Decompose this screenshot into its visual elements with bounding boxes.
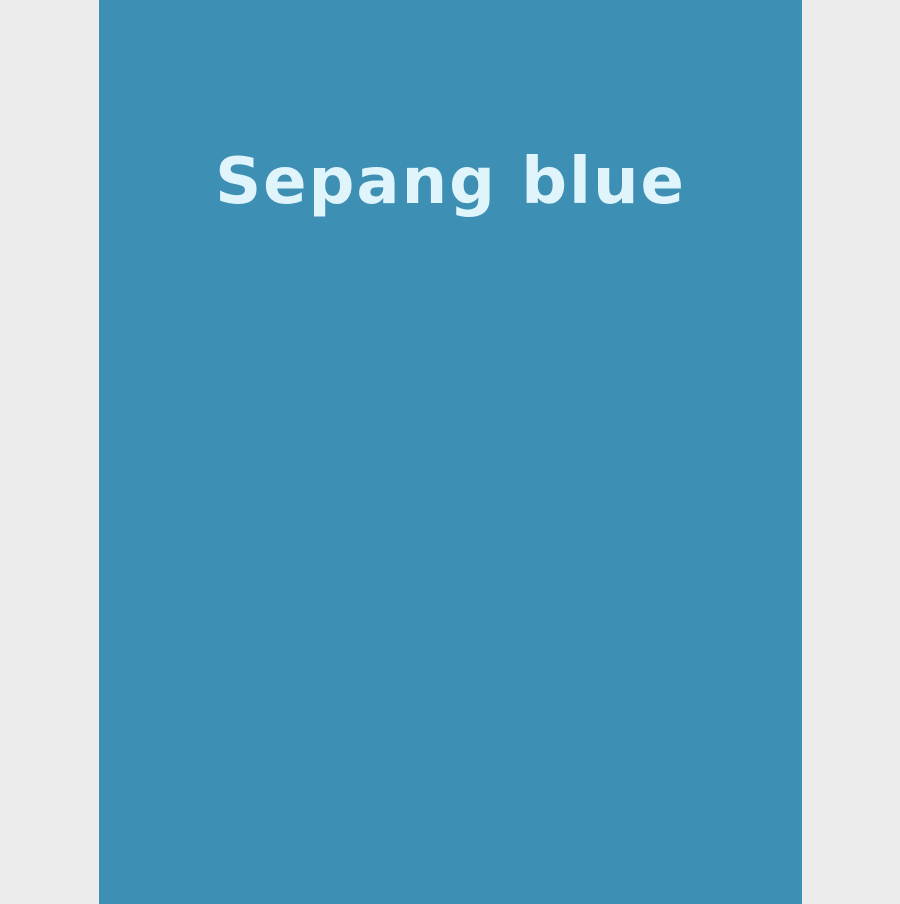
swatch-color-name: Sepang blue <box>215 145 686 219</box>
color-swatch-card: Sepang blue <box>99 0 802 904</box>
page-canvas: Sepang blue <box>0 0 900 904</box>
